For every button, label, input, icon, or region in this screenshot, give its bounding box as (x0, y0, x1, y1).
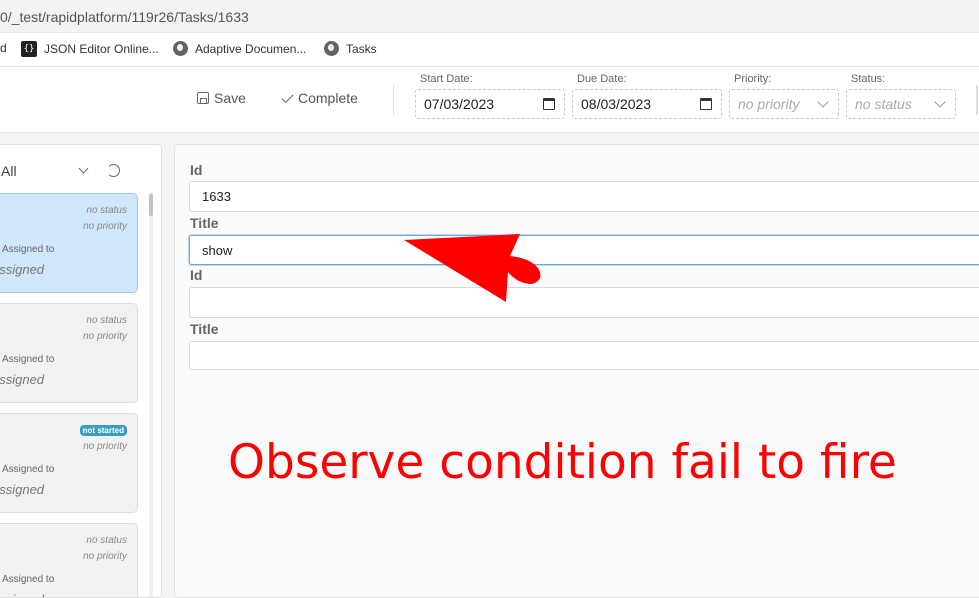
scrollbar-thumb[interactable] (149, 194, 153, 216)
id-label: Id (190, 162, 203, 178)
status-badge: not started (79, 425, 127, 436)
card-assigned-value: assigned (0, 592, 44, 597)
card-assigned-label: Assigned to (2, 244, 55, 255)
check-icon (281, 90, 294, 103)
globe-icon (324, 41, 339, 56)
task-card[interactable]: no status no priority Assigned to assign… (0, 303, 138, 403)
card-assigned-label: Assigned to (2, 354, 55, 365)
due-date-input[interactable]: 08/03/2023 (572, 89, 722, 119)
toolbar-divider (393, 85, 394, 115)
id-label: Id (190, 267, 203, 283)
json-icon: {} (21, 41, 37, 57)
chevron-down-icon (934, 96, 946, 108)
task-list-panel: All no status no priority Assigned to as… (0, 144, 162, 598)
card-assigned-label: Assigned to (2, 464, 55, 475)
due-date-label: Due Date: (577, 73, 627, 85)
annotation-arrow-icon (404, 234, 541, 302)
task-toolbar: Save Complete Start Date: 07/03/2023 Due… (0, 67, 979, 133)
card-assigned-value: assigned (0, 482, 45, 497)
priority-label: Priority: (734, 73, 772, 85)
due-date-value: 08/03/2023 (581, 96, 652, 112)
title-input[interactable]: show (189, 235, 979, 265)
globe-icon (173, 41, 188, 56)
bookmark-tasks[interactable]: Tasks (324, 41, 377, 56)
chevron-down-icon (817, 96, 829, 108)
bookmark-label: JSON Editor Online... (44, 42, 159, 56)
priority-value: no priority (738, 96, 800, 112)
start-date-label: Start Date: (420, 73, 473, 85)
bookmark-label: Adaptive Documen... (195, 41, 307, 56)
refresh-icon[interactable] (107, 164, 120, 177)
card-priority: no priority (83, 441, 127, 452)
start-date-value: 07/03/2023 (424, 96, 495, 112)
card-assigned-label: Assigned to (2, 574, 55, 585)
chevron-down-icon[interactable] (78, 163, 89, 174)
bookmark-item[interactable]: d (0, 41, 7, 55)
task-card[interactable]: no status no priority Assigned to assign… (0, 523, 138, 597)
filter-label[interactable]: All (1, 163, 17, 179)
complete-label: Complete (298, 90, 358, 106)
card-assigned-value: assigned (0, 372, 45, 387)
calendar-icon[interactable] (543, 98, 555, 110)
status-label: Status: (851, 73, 886, 85)
start-date-input[interactable]: 07/03/2023 (415, 89, 565, 119)
bookmark-json-editor[interactable]: {} JSON Editor Online... (21, 41, 159, 57)
card-priority: no priority (83, 221, 127, 232)
calendar-icon[interactable] (700, 98, 712, 110)
id-input[interactable] (189, 287, 979, 318)
status-select[interactable]: no status (846, 89, 956, 119)
bookmark-label: d (0, 41, 7, 55)
title-value: show (202, 242, 233, 258)
title-input[interactable] (189, 341, 979, 370)
task-card[interactable]: not started no priority Assigned to assi… (0, 413, 138, 513)
save-icon (197, 92, 209, 104)
card-status: no status (86, 315, 127, 326)
save-button[interactable]: Save (197, 90, 246, 106)
title-label: Title (190, 321, 219, 337)
id-input[interactable]: 1633 (189, 181, 979, 212)
card-status: no status (86, 205, 127, 216)
title-label: Title (190, 215, 219, 231)
card-status: no status (86, 535, 127, 546)
priority-select[interactable]: no priority (729, 89, 839, 119)
toolbar-divider (976, 85, 978, 115)
card-assigned-value: assigned (0, 262, 45, 277)
url-text[interactable]: 0/_test/rapidplatform/119r26/Tasks/1633 (0, 9, 249, 25)
complete-button[interactable]: Complete (281, 90, 358, 106)
scrollbar-track[interactable] (149, 192, 153, 597)
id-value: 1633 (202, 189, 231, 204)
bookmark-label: Tasks (346, 41, 377, 56)
bookmarks-bar: d {} JSON Editor Online... Adaptive Docu… (0, 33, 979, 67)
bookmark-adaptive-documents[interactable]: Adaptive Documen... (173, 41, 306, 56)
task-card[interactable]: no status no priority Assigned to assign… (0, 193, 138, 293)
card-priority: no priority (83, 551, 127, 562)
annotation-text: Observe condition fail to fire (228, 435, 897, 490)
task-detail-panel: Id 1633 Title show Id Title (174, 144, 979, 598)
status-value: no status (855, 96, 912, 112)
save-label: Save (214, 90, 246, 106)
browser-address-bar[interactable]: 0/_test/rapidplatform/119r26/Tasks/1633 (0, 0, 979, 33)
card-priority: no priority (83, 331, 127, 342)
